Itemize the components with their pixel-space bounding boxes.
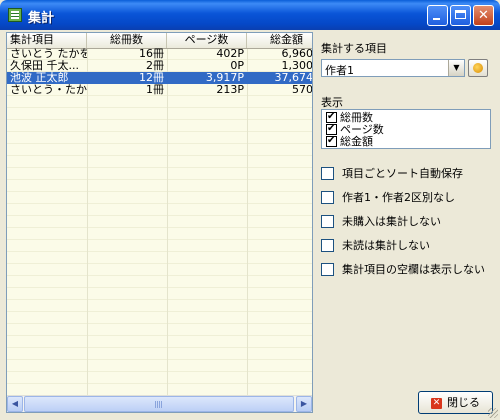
checkbox[interactable] <box>326 123 337 135</box>
scroll-right-icon[interactable]: ▶ <box>296 396 312 412</box>
grip-icon <box>155 401 163 408</box>
scroll-thumb[interactable] <box>24 396 294 412</box>
table-body: さいとう たかを 16冊 402P 6,960円 久保田 千太... 2冊 0P… <box>7 48 313 96</box>
checkbox[interactable] <box>326 135 337 147</box>
table-grid <box>7 48 312 398</box>
cell-name: 久保田 千太... <box>10 60 79 72</box>
cell-books: 2冊 <box>146 60 164 72</box>
column-header-pages[interactable]: ページ数 <box>167 33 247 48</box>
close-button-label: 閉じる <box>447 396 480 409</box>
aggregate-item-value: 作者1 <box>325 64 354 77</box>
cell-amount: 570円 <box>292 84 313 96</box>
option-no-author-distinction[interactable]: 作者1・作者2区別なし <box>321 191 455 205</box>
aggregate-table[interactable]: 集計項目 総冊数 ページ数 総金額 さいとう たかを 16冊 402P 6,96… <box>6 32 313 413</box>
sort-icon <box>473 63 483 73</box>
maximize-button[interactable] <box>450 5 471 26</box>
cell-pages: 3,917P <box>205 72 244 84</box>
checkbox[interactable] <box>321 263 334 276</box>
aggregate-item-select[interactable]: 作者1 ▼ <box>321 59 465 77</box>
resize-grip-icon[interactable] <box>488 408 498 418</box>
title-bar[interactable]: 集計 ✕ <box>0 0 500 30</box>
sort-button[interactable] <box>468 59 488 77</box>
column-divider <box>247 48 248 398</box>
cell-amount: 6,960円 <box>281 48 313 60</box>
option-exclude-unread[interactable]: 未読は集計しない <box>321 239 430 253</box>
option-label: 集計項目の空欄は表示しない <box>342 263 485 276</box>
option-label: 項目ごとソート自動保存 <box>342 167 463 180</box>
aggregate-item-label: 集計する項目 <box>321 42 387 55</box>
column-divider <box>87 48 88 398</box>
display-label: 表示 <box>321 96 343 109</box>
display-item-label: 総金額 <box>340 135 373 148</box>
option-auto-save-sort[interactable]: 項目ごとソート自動保存 <box>321 167 463 181</box>
display-item-amount[interactable]: 総金額 <box>326 135 373 148</box>
checkbox[interactable] <box>321 167 334 180</box>
display-checklist: 総冊数 ページ数 総金額 <box>321 109 491 149</box>
scroll-left-icon[interactable]: ◀ <box>7 396 23 412</box>
column-header-name[interactable]: 集計項目 <box>7 33 87 48</box>
column-divider <box>167 48 168 398</box>
checkbox[interactable] <box>326 111 337 123</box>
table-header: 集計項目 総冊数 ページ数 総金額 <box>7 33 312 49</box>
cell-books: 16冊 <box>139 48 164 60</box>
cell-name: さいとう たかを <box>10 48 87 60</box>
cell-name: 池波 正太郎 <box>10 72 69 84</box>
option-label: 未読は集計しない <box>342 239 430 252</box>
option-exclude-unpurchased[interactable]: 未購入は集計しない <box>321 215 441 229</box>
cell-pages: 402P <box>216 48 244 60</box>
close-button[interactable]: ✕ 閉じる <box>418 391 493 414</box>
checkbox[interactable] <box>321 239 334 252</box>
close-icon: ✕ <box>431 397 442 409</box>
cell-amount: 1,300円 <box>281 60 313 72</box>
table-row[interactable]: さいとう たかを 16冊 402P 6,960円 <box>7 48 313 60</box>
cell-pages: 213P <box>216 84 244 96</box>
chevron-down-icon[interactable]: ▼ <box>448 60 464 76</box>
option-label: 作者1・作者2区別なし <box>342 191 455 204</box>
cell-pages: 0P <box>230 60 244 72</box>
window-title: 集計 <box>28 11 55 26</box>
column-header-amount[interactable]: 総金額 <box>247 33 312 48</box>
cell-name: さいとう・たか... <box>10 84 87 96</box>
table-row[interactable]: 池波 正太郎 12冊 3,917P 37,674円 <box>7 72 313 84</box>
column-header-books[interactable]: 総冊数 <box>87 33 167 48</box>
cell-books: 12冊 <box>139 72 164 84</box>
close-window-button[interactable]: ✕ <box>473 5 494 26</box>
cell-amount: 37,674円 <box>274 72 313 84</box>
checkbox[interactable] <box>321 191 334 204</box>
minimize-button[interactable] <box>427 5 448 26</box>
horizontal-scrollbar[interactable]: ◀ ▶ <box>7 395 312 412</box>
cell-books: 1冊 <box>146 84 164 96</box>
aggregate-window: 集計 ✕ 集計項目 総冊数 ページ数 総金額 さいとう たかを 16冊 402P… <box>0 0 500 420</box>
table-row[interactable]: さいとう・たか... 1冊 213P 570円 <box>7 84 313 96</box>
option-hide-blank-items[interactable]: 集計項目の空欄は表示しない <box>321 263 485 277</box>
checkbox[interactable] <box>321 215 334 228</box>
table-row[interactable]: 久保田 千太... 2冊 0P 1,300円 <box>7 60 313 72</box>
table-icon <box>8 8 22 22</box>
option-label: 未購入は集計しない <box>342 215 441 228</box>
